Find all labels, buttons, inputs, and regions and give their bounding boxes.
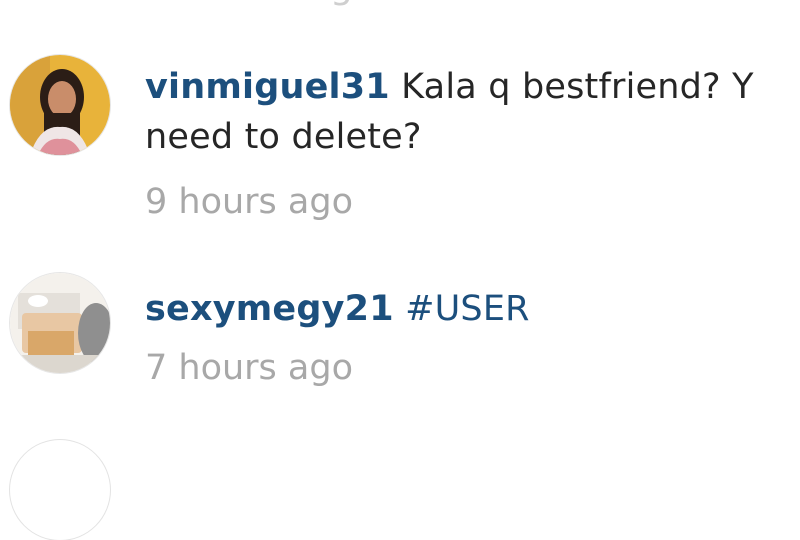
user-avatar-image	[10, 55, 110, 155]
hashtag-link[interactable]: #USER	[405, 289, 530, 329]
comment-body: vinmiguel31 Kala q bestfriend? Y need to…	[145, 62, 790, 227]
comment-timestamp: 9 hours ago	[145, 182, 354, 222]
avatar[interactable]	[10, 273, 110, 373]
comment-timestamp: 7 hours ago	[145, 348, 354, 388]
previous-comment-text-fragment: g	[330, 0, 353, 6]
comment-username[interactable]: vinmiguel31	[145, 67, 390, 107]
previous-comment-fragment: g	[330, 0, 390, 6]
comment-line: sexymegy21 #USER	[145, 284, 790, 334]
avatar[interactable]	[10, 440, 110, 540]
avatar[interactable]	[10, 55, 110, 155]
comment-line: vinmiguel31 Kala q bestfriend? Y need to…	[145, 62, 790, 162]
user-avatar-image	[10, 273, 110, 373]
comment-username[interactable]: sexymegy21	[145, 289, 394, 329]
comment-body: sexymegy21 #USER 7 hours ago	[145, 284, 790, 393]
